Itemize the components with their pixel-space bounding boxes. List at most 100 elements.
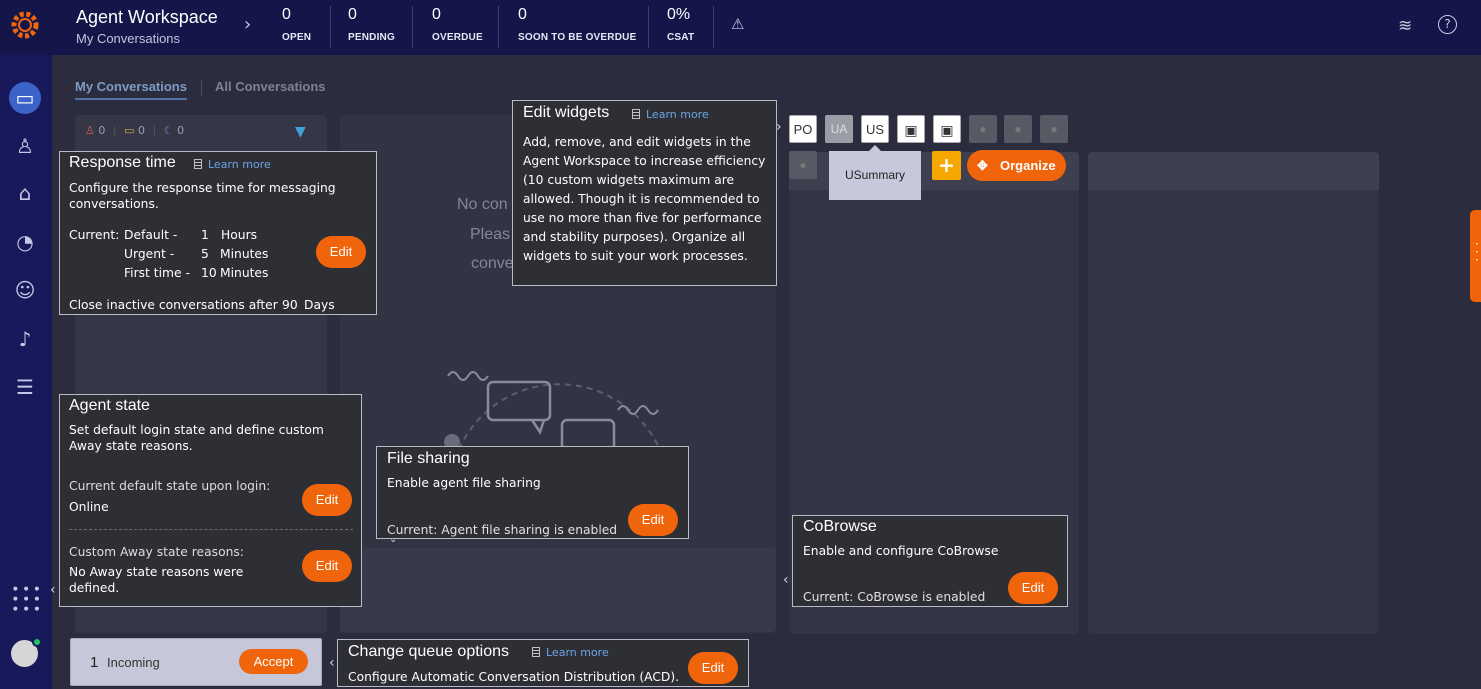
document-icon bbox=[632, 109, 640, 119]
move-icon: ✥ bbox=[977, 158, 988, 173]
setting-name: Urgent - bbox=[124, 247, 175, 261]
brand-logo bbox=[11, 11, 39, 39]
divider: | bbox=[152, 124, 157, 137]
learn-more-link[interactable]: Learn more bbox=[194, 158, 271, 171]
organize-button[interactable]: ✥ Organize bbox=[967, 150, 1066, 181]
empty-state-text: No con bbox=[457, 196, 508, 213]
online-status-indicator bbox=[32, 637, 42, 647]
stat-label: CSAT bbox=[667, 32, 695, 43]
widget-tooltip: USummary bbox=[829, 151, 921, 200]
card-title: Change queue options bbox=[348, 643, 510, 660]
edit-file-sharing-button[interactable]: Edit bbox=[628, 504, 678, 536]
default-state-label: Current default state upon login: bbox=[69, 479, 271, 493]
current-status: Current: Agent file sharing is enabled bbox=[387, 523, 618, 537]
setting-unit: Hours bbox=[221, 228, 258, 242]
widget-button-po[interactable]: PO bbox=[789, 115, 817, 143]
chevron-left-icon[interactable]: ‹ bbox=[783, 572, 789, 588]
edit-away-reasons-button[interactable]: Edit bbox=[302, 550, 352, 582]
agent-icon[interactable]: ♙ bbox=[11, 132, 39, 160]
alarm-icon[interactable]: ♙ bbox=[85, 124, 95, 137]
apps-grid-icon[interactable]: ∙∙∙ ∙∙∙ ∙∙∙ bbox=[11, 582, 41, 616]
widget-slot-icon[interactable]: ● bbox=[789, 151, 817, 179]
divider bbox=[498, 6, 499, 48]
breadcrumb: My Conversations bbox=[76, 31, 181, 46]
card-description: Configure Automatic Conversation Distrib… bbox=[348, 670, 680, 684]
snooze-icon[interactable]: ☾ bbox=[164, 124, 174, 137]
edit-queue-options-button[interactable]: Edit bbox=[688, 652, 738, 684]
current-label: Current: bbox=[69, 228, 120, 242]
stat-pending[interactable]: 0 PENDING bbox=[348, 6, 395, 48]
card-description: Add, remove, and edit widgets in the Age… bbox=[523, 135, 766, 263]
divider: | bbox=[112, 124, 117, 137]
add-widget-button[interactable]: + bbox=[932, 151, 961, 180]
chevron-left-icon[interactable]: ‹ bbox=[50, 582, 56, 598]
widget-button-ua[interactable]: UA bbox=[825, 115, 853, 143]
close-inactive-unit: Days bbox=[304, 298, 335, 312]
card-title: File sharing bbox=[387, 450, 470, 467]
app-title: Agent Workspace bbox=[76, 7, 218, 27]
accept-button[interactable]: Accept bbox=[239, 649, 308, 674]
alarm-count: 0 bbox=[98, 124, 106, 137]
stat-overdue[interactable]: 0 OVERDUE bbox=[432, 6, 483, 48]
current-status: Current: CoBrowse is enabled bbox=[803, 590, 986, 604]
stat-value: 0 bbox=[518, 6, 527, 23]
message-icon[interactable]: ▭ bbox=[124, 124, 134, 137]
bot-icon[interactable]: ☺ bbox=[11, 276, 39, 304]
stat-soon-overdue[interactable]: 0 SOON TO BE OVERDUE bbox=[518, 6, 636, 48]
setting-unit: Minutes bbox=[220, 247, 269, 261]
help-icon[interactable]: ? bbox=[1438, 15, 1457, 34]
away-reasons-label: Custom Away state reasons: bbox=[69, 545, 244, 559]
conversations-icon[interactable]: ▭ bbox=[9, 82, 41, 114]
filter-icon[interactable]: ▼ bbox=[295, 124, 306, 140]
setting-unit: Minutes bbox=[220, 266, 269, 280]
setting-name: First time - bbox=[124, 266, 190, 280]
divider bbox=[330, 6, 331, 48]
stat-csat[interactable]: 0% CSAT bbox=[667, 6, 694, 48]
away-reasons-value: No Away state reasons were defined. bbox=[69, 565, 244, 595]
widget-column bbox=[1088, 152, 1379, 634]
widget-slot-icon[interactable]: ● bbox=[1040, 115, 1068, 143]
divider bbox=[69, 529, 353, 530]
edit-default-state-button[interactable]: Edit bbox=[302, 484, 352, 516]
card-title: CoBrowse bbox=[803, 518, 877, 535]
bot-widget-icon[interactable]: ▣ bbox=[933, 115, 961, 143]
chevron-left-icon[interactable]: ‹ bbox=[329, 655, 335, 671]
document-icon bbox=[532, 647, 540, 657]
tab-all-conversations[interactable]: All Conversations bbox=[215, 79, 326, 94]
stat-open[interactable]: 0 OPEN bbox=[282, 6, 311, 48]
learn-more-label: Learn more bbox=[208, 158, 271, 171]
notifications-off-icon[interactable]: ♪ bbox=[11, 325, 39, 353]
chevron-right-icon[interactable]: › bbox=[244, 14, 251, 35]
organize-label: Organize bbox=[1000, 158, 1056, 173]
card-title: Edit widgets bbox=[523, 104, 610, 121]
setting-name: Default - bbox=[124, 228, 178, 242]
snooze-count: 0 bbox=[177, 124, 185, 137]
settings-sliders-icon[interactable]: ☰ bbox=[11, 373, 39, 401]
edit-response-time-button[interactable]: Edit bbox=[316, 236, 366, 268]
learn-more-link[interactable]: Learn more bbox=[632, 108, 709, 121]
alert-icon[interactable]: ⚠ bbox=[731, 15, 744, 33]
widget-slot-icon[interactable]: ● bbox=[969, 115, 997, 143]
widget-slot-icon[interactable]: ● bbox=[1004, 115, 1032, 143]
incoming-label: Incoming bbox=[107, 655, 160, 670]
card-description: Configure the response time for messagin… bbox=[69, 181, 336, 211]
conversation-list-counters: ♙ 0 | ▭ 0 | ☾ 0 bbox=[85, 124, 184, 137]
more-vertical-icon[interactable]: · · · bbox=[1475, 238, 1479, 266]
setting-value: 1 bbox=[201, 228, 209, 242]
edit-cobrowse-button[interactable]: Edit bbox=[1008, 572, 1058, 604]
stat-value: 0 bbox=[432, 6, 441, 23]
learn-more-label: Learn more bbox=[646, 108, 709, 121]
conversation-composer-area bbox=[340, 548, 776, 632]
learn-more-link[interactable]: Learn more bbox=[532, 646, 609, 659]
tab-my-conversations[interactable]: My Conversations bbox=[75, 79, 187, 100]
chevron-down-icon[interactable]: ⌄ bbox=[389, 534, 397, 545]
bot-widget-icon[interactable]: ▣ bbox=[897, 115, 925, 143]
tag-icon[interactable]: ⌂ bbox=[11, 179, 39, 207]
layers-icon[interactable]: ≋ bbox=[1398, 16, 1412, 36]
incoming-count: 1 bbox=[90, 654, 99, 671]
widget-button-us[interactable]: US bbox=[861, 115, 889, 143]
close-inactive-label: Close inactive conversations after bbox=[69, 298, 278, 312]
learn-more-label: Learn more bbox=[546, 646, 609, 659]
setting-value: 5 bbox=[201, 247, 209, 261]
contacts-icon[interactable]: ◔ bbox=[11, 228, 39, 256]
